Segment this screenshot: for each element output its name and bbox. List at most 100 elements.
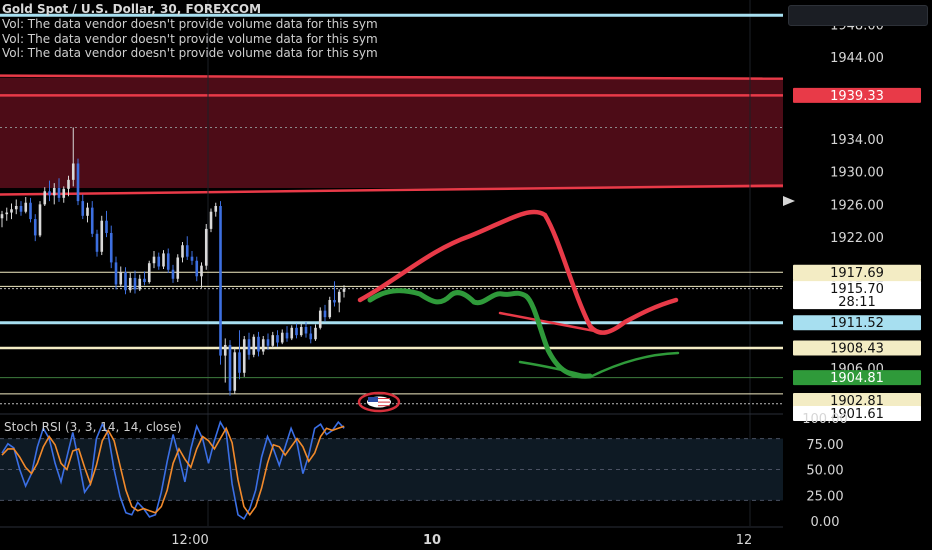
candle-body [342,288,346,292]
candle-body [238,352,241,373]
candle-body [114,262,118,285]
candle-body [162,253,165,267]
stoch-tick-label: 100.00 [802,412,848,427]
green-target-line [518,351,680,379]
candle-body [62,188,66,198]
volume-notice-3: Vol: The data vendor doesn't provide vol… [2,46,378,60]
candle-body [157,256,161,267]
candle-body [204,228,208,266]
chart-title: Gold Spot / U.S. Dollar, 30, FOREXCOM [2,2,262,16]
candle-body [280,332,284,343]
candle-body [10,209,13,213]
candle-countdown: 28:11 [838,295,875,310]
candle-body [171,269,175,279]
candle-body [176,257,180,279]
price-label-text: 1908.43 [830,341,884,356]
candle-body [143,278,146,283]
price-tick-label: 1944.00 [830,51,884,66]
price-label-text: 1917.69 [830,266,884,281]
price-axis[interactable]: 1948.001944.001934.001930.001926.001922.… [783,0,932,550]
candle-body [266,339,270,346]
event-flag-stripe [378,405,390,407]
candle-body [29,202,32,220]
chart-canvas: 1948.001944.001934.001930.001926.001922.… [0,0,932,550]
price-tick-label: 1926.00 [830,198,884,213]
candle-body [299,326,303,336]
price-tick-label: 1934.00 [830,133,884,148]
candle-body [219,206,222,356]
event-flag-stripe [378,401,390,403]
candle-body [261,339,265,352]
time-tick-label: 10 [423,533,441,548]
candle-body [295,327,298,336]
candle-body [57,188,61,198]
stoch-tick-label: 75.00 [806,438,843,453]
candle-body [257,336,260,352]
candle-body [100,220,104,252]
resistance-zone [0,74,784,196]
candle-body [185,245,189,257]
stoch-rsi-title: Stoch RSI (3, 3, 14, 14, close) [4,420,182,434]
price-label-1917.69[interactable]: 1917.69 [793,264,921,281]
candle-body [276,335,279,343]
candle-body [138,278,142,290]
event-flag-canton [368,397,378,402]
us-economic-event-icon[interactable] [357,391,401,413]
price-label-text: 1911.52 [830,316,884,331]
candle-body [5,212,9,215]
candle-body [67,179,70,189]
candle-body [242,339,246,373]
candle-body [309,333,313,340]
candle-body [147,263,151,283]
candle-body [228,344,232,391]
candle-body [152,256,156,264]
candle-body [24,202,28,212]
time-tick-label: 12:00 [171,533,208,548]
event-flag-stripe [378,398,390,399]
volume-notice-2: Vol: The data vendor doesn't provide vol… [2,32,378,46]
price-label-text: 1939.33 [830,89,884,104]
price-label-1904.81[interactable]: 1904.81 [793,370,921,386]
price-label-1908.43[interactable]: 1908.43 [793,340,921,356]
candle-body [38,204,42,236]
candle-body [81,201,85,216]
candle-body [166,253,170,270]
candle-body [333,300,336,303]
time-tick-label: 12 [736,533,753,548]
forecast-drawings [357,209,680,413]
candle-body [33,219,37,236]
candle-body [233,352,237,391]
candle-body [14,206,18,210]
candle-body [271,335,275,346]
symbol-search-box[interactable] [788,5,928,26]
candle-body [0,214,4,219]
candle-body [290,327,294,339]
candle-body [323,310,327,318]
candle-body [43,191,47,205]
price-tick-label: 1922.00 [830,231,884,246]
candle-body [95,233,99,252]
price-label-1911.52[interactable]: 1911.52 [793,315,921,331]
candle-body [318,310,322,328]
candle-body [337,291,341,303]
candle-body [181,245,184,258]
candle-body [71,163,75,180]
candle-body [105,220,108,233]
candle-body [128,277,132,291]
stoch-tick-label: 25.00 [806,489,843,504]
candle-body [285,332,289,339]
candle-body [190,256,194,261]
candle-body [328,300,332,318]
candle-body [223,344,227,356]
price-label-1915.70[interactable]: 1915.7028:11 [793,281,921,310]
candle-body [195,260,199,277]
price-label-1939.33[interactable]: 1939.33 [793,87,921,104]
time-axis[interactable]: 12:00 10 12 [0,526,783,548]
candle-body [200,265,203,277]
candle-body [76,163,80,202]
candle-body [124,272,127,291]
candle-body [19,206,23,212]
candle-body [109,232,113,263]
candle-body [52,188,56,196]
price-label-text: 1904.81 [830,371,884,386]
